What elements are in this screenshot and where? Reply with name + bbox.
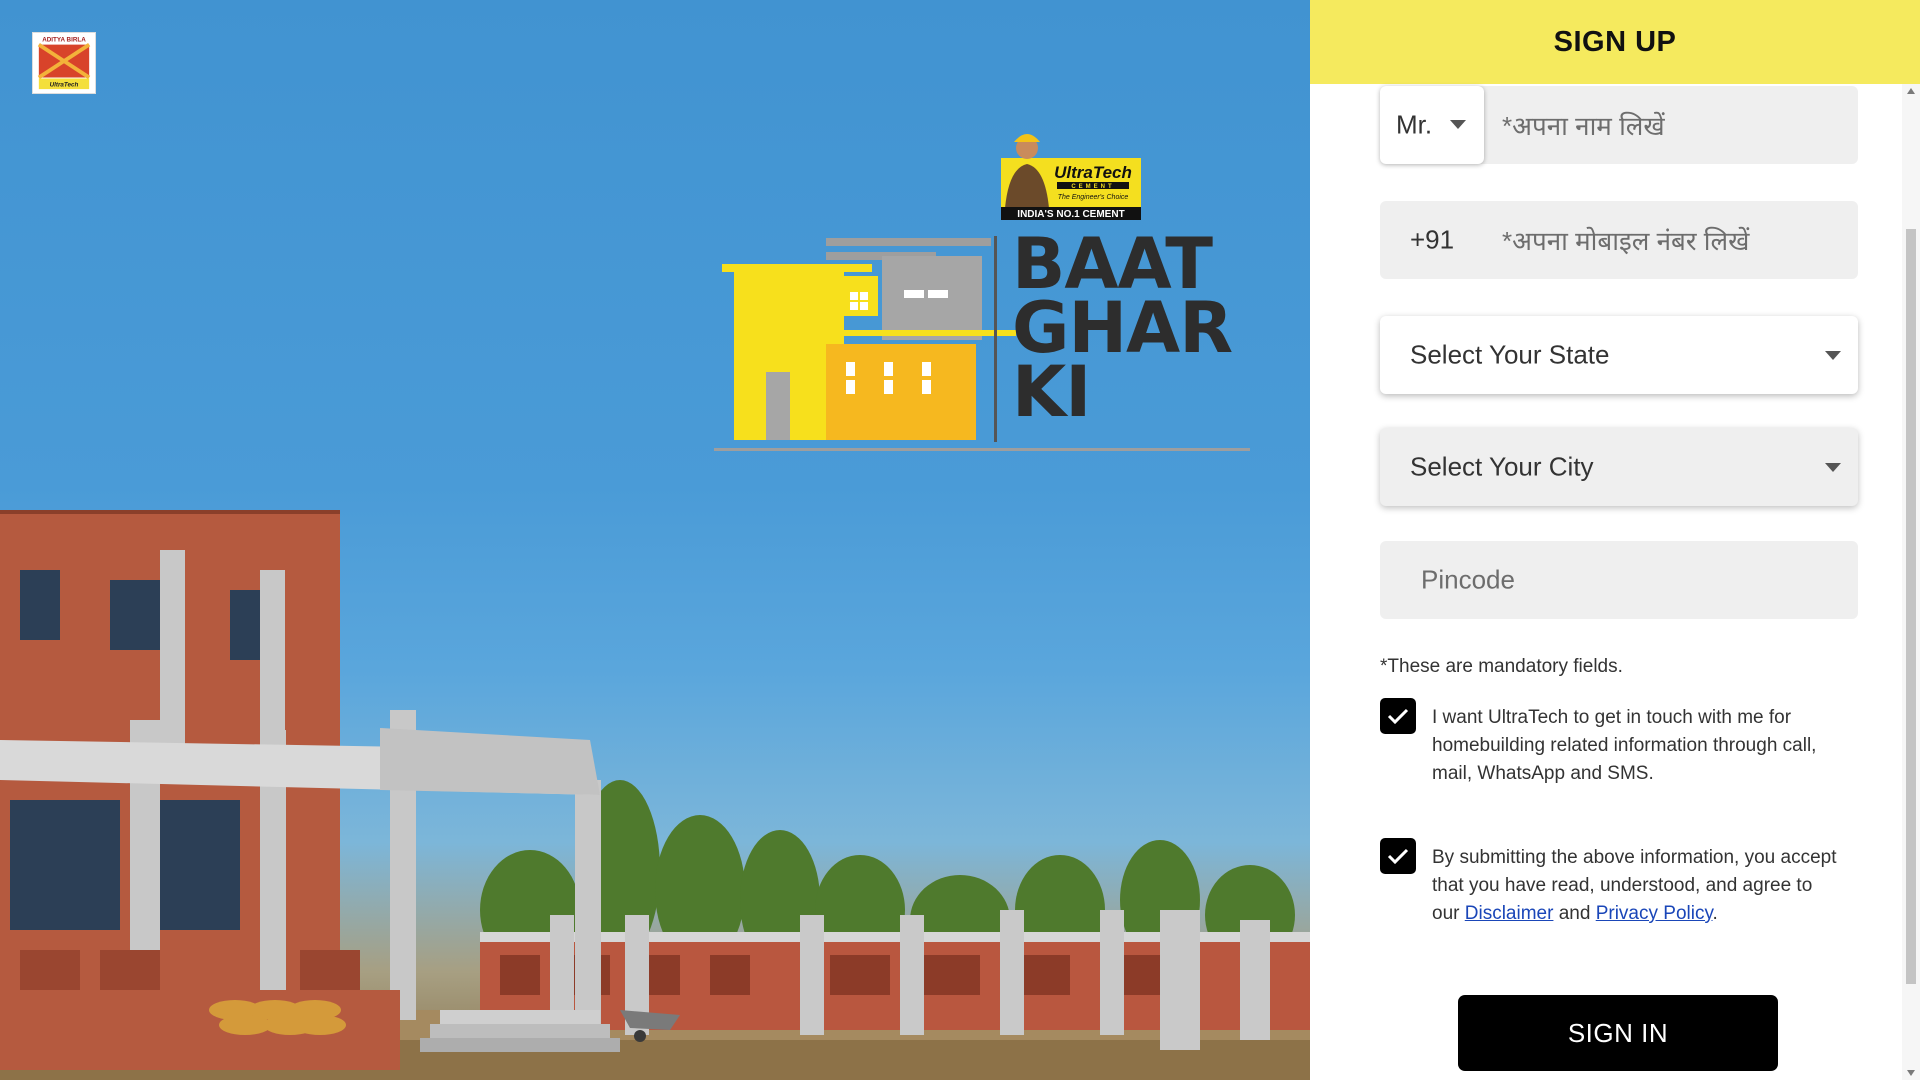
consent-contact-checkbox[interactable] [1380,698,1416,734]
hero-panel: ADITYA BIRLA UltraTech UltraTech CEMENT … [0,0,1310,1080]
country-code: +91 [1410,224,1455,255]
mobile-field[interactable]: +91 *अपना मोबाइल नंबर लिखें [1380,201,1858,279]
mandatory-note: *These are mandatory fields. [1380,656,1623,677]
campaign-word-3: KI [1012,351,1091,433]
svg-text:CEMENT: CEMENT [1071,184,1114,190]
privacy-policy-link[interactable]: Privacy Policy [1596,903,1713,924]
chevron-down-icon [1825,463,1841,472]
disclaimer-link[interactable]: Disclaimer [1465,903,1554,924]
check-icon [1387,848,1409,865]
construction-scene-illustration [0,470,1310,1080]
svg-text:UltraTech: UltraTech [50,82,79,89]
consent-terms-suffix: . [1712,903,1718,924]
pincode-input-placeholder[interactable]: Pincode [1421,565,1515,596]
scroll-down-icon[interactable] [1907,1070,1915,1076]
svg-text:INDIA'S NO.1 CEMENT: INDIA'S NO.1 CEMENT [1017,209,1124,220]
form-scrollbar[interactable] [1902,84,1920,1080]
svg-text:ADITYA BIRLA: ADITYA BIRLA [42,37,86,44]
signup-title: SIGN UP [1553,25,1677,58]
scroll-up-icon[interactable] [1907,88,1915,94]
salutation-select[interactable]: Mr. [1380,86,1484,164]
ultratech-badge: UltraTech CEMENT The Engineer's Choice I… [995,128,1145,220]
name-input-placeholder[interactable]: *अपना नाम लिखें [1502,107,1665,143]
pincode-field[interactable]: Pincode [1380,541,1858,619]
aditya-birla-logo[interactable]: ADITYA BIRLA UltraTech [32,32,96,94]
mobile-input-placeholder[interactable]: *अपना मोबाइल नंबर लिखें [1502,222,1749,258]
consent-terms-and: and [1558,903,1591,924]
signup-header: SIGN UP [1310,0,1920,84]
signup-panel: SIGN UP Mr. *अपना नाम लिखें +91 *अपना मो… [1310,0,1920,1080]
state-select-value: Select Your State [1410,339,1610,370]
chevron-down-icon [1825,351,1841,360]
scroll-thumb[interactable] [1906,229,1916,984]
svg-text:UltraTech: UltraTech [1054,163,1132,182]
check-icon [1387,708,1409,725]
signup-page: ADITYA BIRLA UltraTech UltraTech CEMENT … [0,0,1920,1080]
city-select[interactable]: Select Your City [1380,428,1858,506]
consent-contact-text: I want UltraTech to get in touch with me… [1432,707,1817,784]
name-field[interactable]: Mr. *अपना नाम लिखें [1380,86,1858,164]
chevron-down-icon [1450,120,1466,129]
sign-in-button[interactable]: SIGN IN [1458,995,1778,1071]
svg-text:The Engineer's Choice: The Engineer's Choice [1058,194,1129,201]
city-select-value: Select Your City [1410,451,1594,482]
state-select[interactable]: Select Your State [1380,316,1858,394]
consent-terms-text: By submitting the above information, you… [1432,844,1842,928]
consent-terms-checkbox[interactable] [1380,838,1416,874]
salutation-value: Mr. [1396,109,1433,140]
